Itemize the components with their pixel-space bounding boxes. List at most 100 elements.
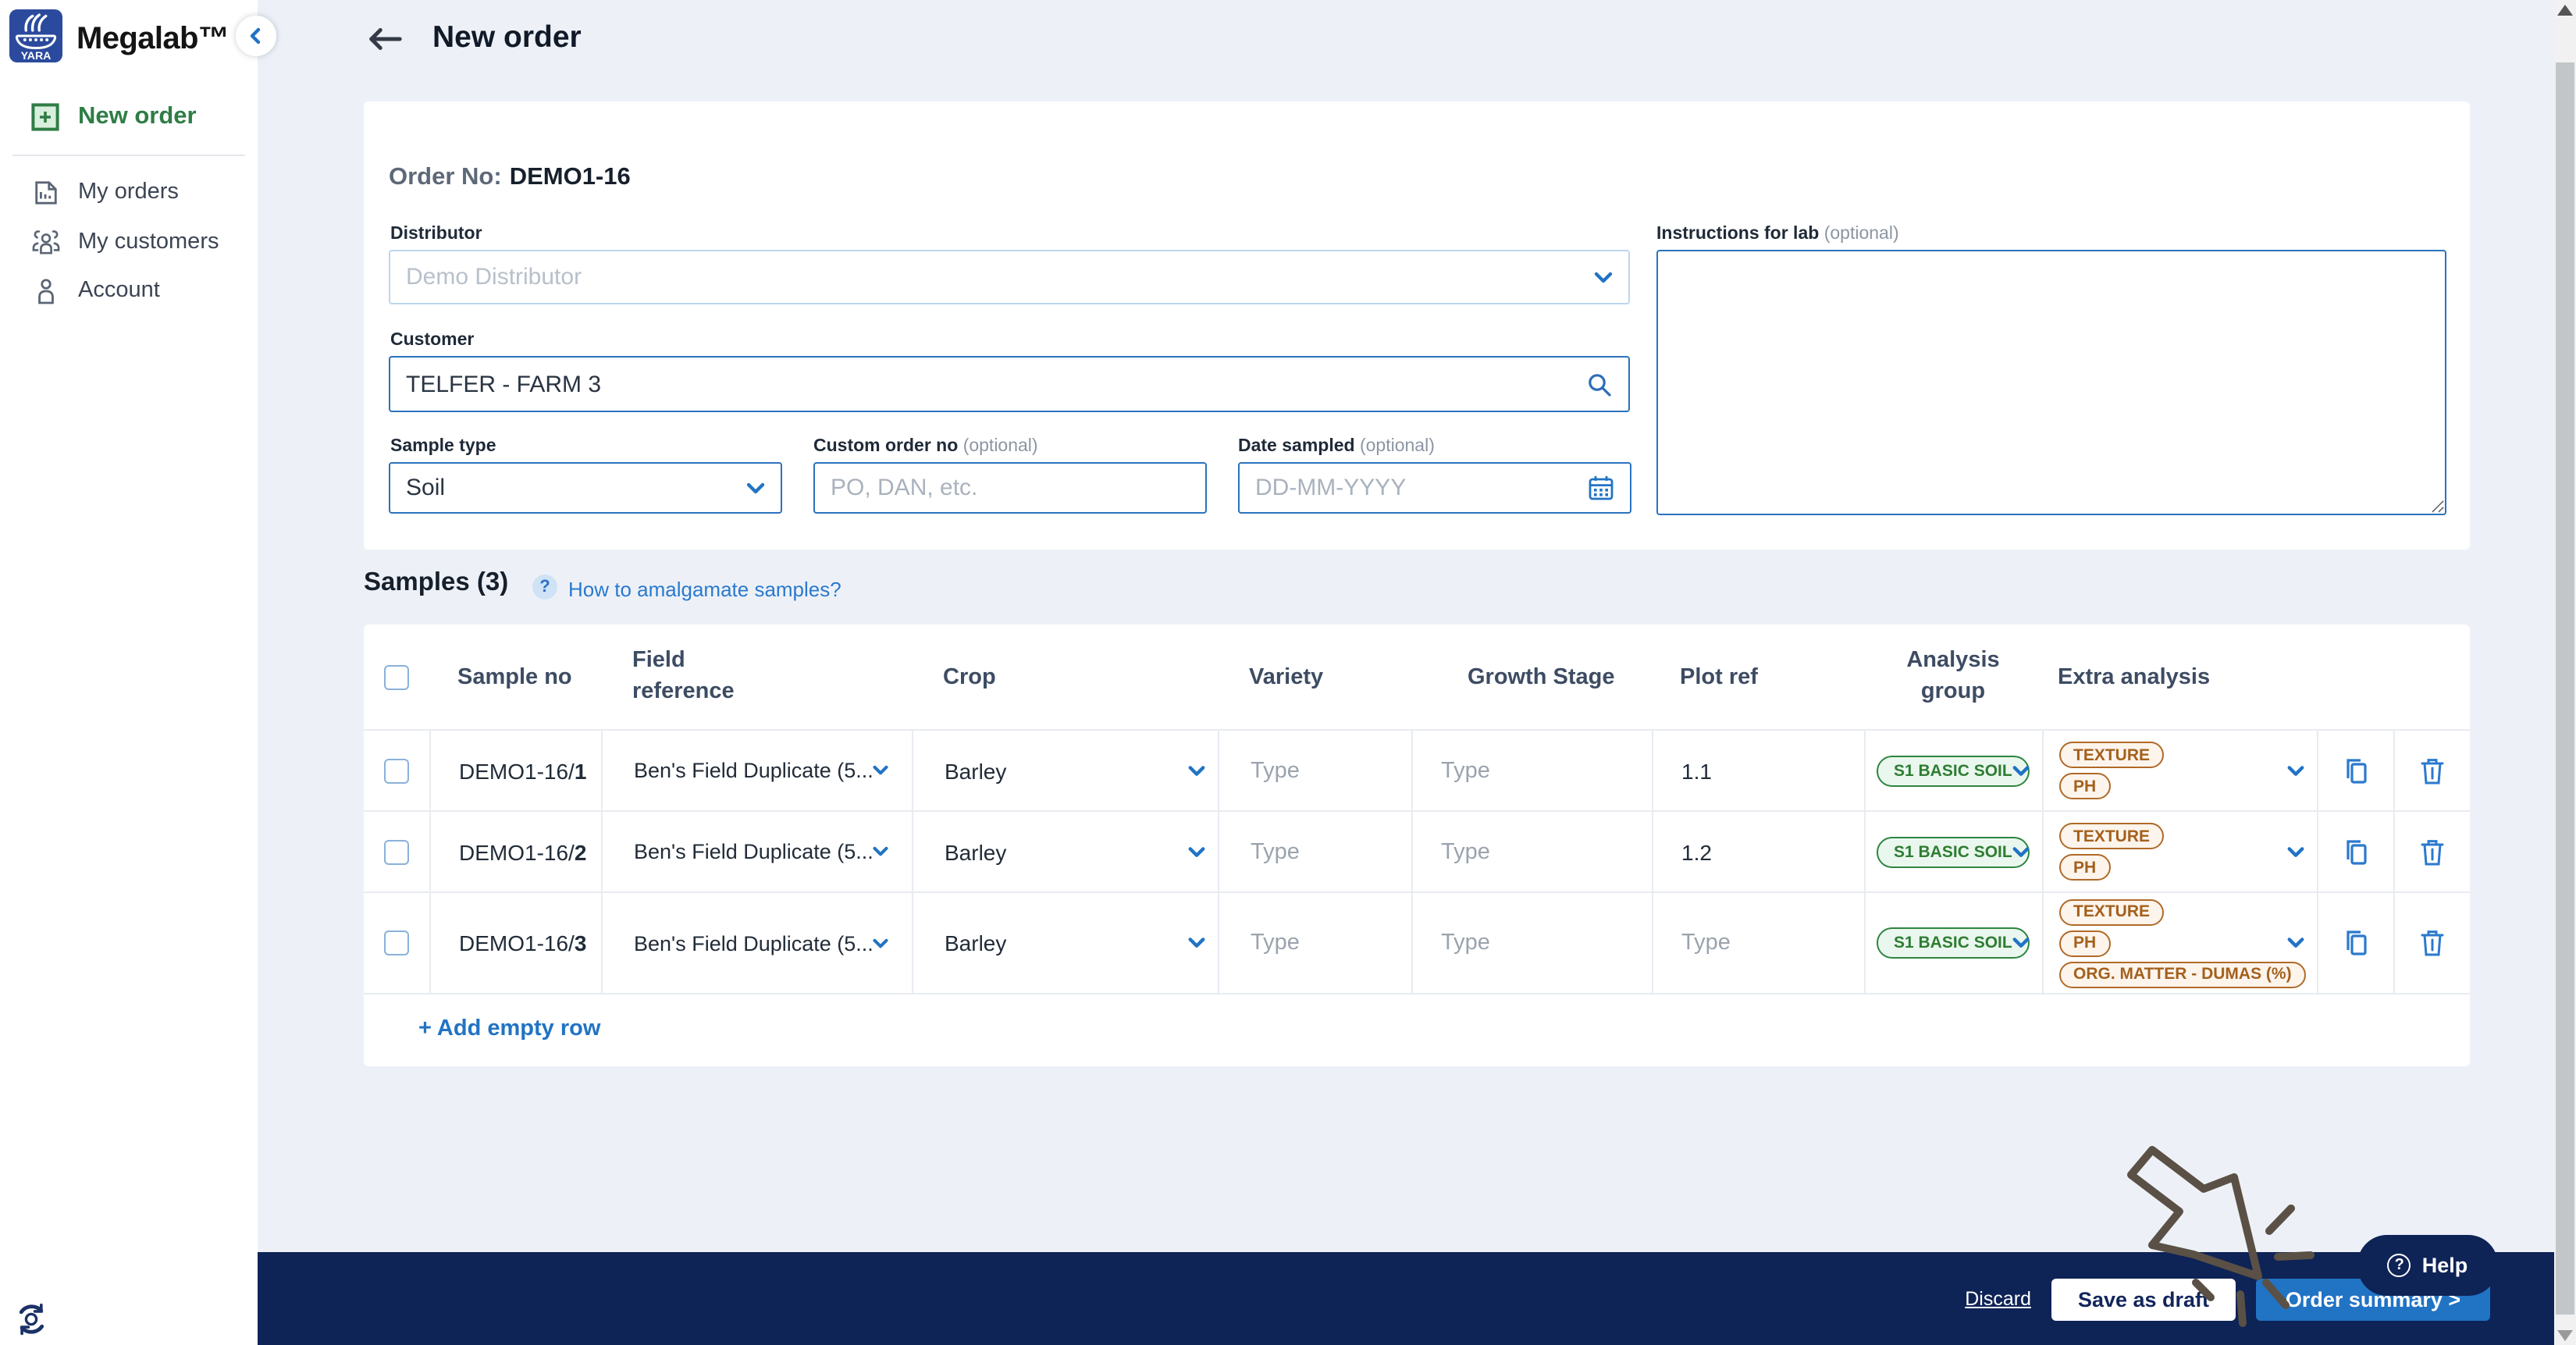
sidebar-collapse-button[interactable] [236,16,276,56]
growth-stage-input[interactable]: Type [1411,731,1652,810]
instructions-label: Instructions for lab (optional) [1656,225,1899,244]
app-name: Megalab™ [76,22,229,56]
arrow-left-icon [369,28,402,50]
field-reference-dropdown[interactable]: Ben's Field Duplicate (5... [601,812,912,891]
sidebar-item-my-customers[interactable]: My customers [0,219,258,265]
extra-analysis-tag: TEXTURE [2059,898,2165,925]
trash-icon [2421,758,2444,784]
row-checkbox[interactable] [384,839,409,864]
table-row: DEMO1-16/3 Ben's Field Duplicate (5... B… [364,891,2470,993]
growth-stage-input[interactable]: Type [1411,812,1652,891]
column-header-growth-stage: Growth Stage [1468,664,1615,689]
column-header-sample-no: Sample no [457,664,572,689]
chevron-down-icon [873,846,889,856]
extra-analysis-tag: PH [2059,930,2111,956]
add-empty-row-button[interactable]: + Add empty row [364,993,2470,1063]
amalgamate-help-link[interactable]: How to amalgamate samples? [568,578,841,601]
help-button[interactable]: ? Help [2357,1235,2498,1296]
delete-row-button[interactable] [2393,812,2470,891]
delete-row-button[interactable] [2393,731,2470,810]
chevron-down-icon [2287,929,2304,957]
sidebar-item-label: Account [78,278,160,303]
crop-dropdown[interactable]: Barley [912,731,1218,810]
sidebar-item-my-orders[interactable]: My orders [0,169,258,215]
custom-order-label: Custom order no (optional) [813,437,1038,456]
extra-analysis-dropdown[interactable]: TEXTURE PH [2042,812,2317,891]
back-arrow-button[interactable] [367,27,403,59]
sidebar-item-new-order[interactable]: New order [0,89,258,145]
growth-stage-input[interactable]: Type [1411,893,1652,993]
table-header-row: Sample no Field reference Crop Variety G… [364,624,2470,729]
app-window: YARA Megalab™ New order My orders My cus… [0,0,2576,1345]
field-reference-dropdown[interactable]: Ben's Field Duplicate (5... [601,893,912,993]
samples-table: Sample no Field reference Crop Variety G… [364,624,2470,1066]
column-header-analysis-group: Analysis group [1906,647,2000,703]
extra-analysis-tag: PH [2059,854,2111,881]
search-icon [1586,371,1613,397]
row-checkbox[interactable] [384,930,409,955]
column-header-field-reference: Field reference [632,647,735,703]
plot-ref-input[interactable]: 1.2 [1652,812,1864,891]
select-all-checkbox[interactable] [384,664,409,689]
cursor-arrow-overlay [2123,1144,2320,1340]
customers-group-icon [19,229,72,255]
question-mark-icon: ? [2387,1254,2411,1277]
scrollbar-down-arrow[interactable] [2557,1330,2573,1341]
plot-ref-input[interactable]: 1.1 [1652,731,1864,810]
distributor-label: Distributor [390,225,482,244]
analysis-group-dropdown[interactable]: S1 BASIC SOIL [1864,893,2042,993]
field-reference-dropdown[interactable]: Ben's Field Duplicate (5... [601,731,912,810]
chevron-down-icon [873,938,889,948]
analysis-group-dropdown[interactable]: S1 BASIC SOIL [1864,731,2042,810]
sidebar-item-label: My customers [78,230,219,254]
analysis-group-tag: S1 BASIC SOIL [1877,927,2030,959]
column-header-extra-analysis: Extra analysis [2058,664,2211,689]
distributor-select[interactable]: Demo Distributor [389,250,1630,304]
discard-link[interactable]: Discard [1965,1288,2031,1310]
duplicate-row-button[interactable] [2317,731,2393,810]
chevron-down-icon [746,482,765,494]
copy-icon [2346,839,2366,864]
sidebar-item-label: My orders [78,180,179,205]
scrollbar-up-arrow[interactable] [2557,5,2573,16]
delete-row-button[interactable] [2393,893,2470,993]
sample-type-select[interactable]: Soil [389,462,782,514]
column-header-plot-ref: Plot ref [1680,664,1758,689]
orders-document-icon [19,179,72,205]
sidebar-item-account[interactable]: Account [0,267,258,314]
chevron-down-icon [1188,929,1205,957]
scrollbar-thumb[interactable] [2556,62,2574,1315]
chevron-down-icon [1188,756,1205,785]
sample-no: DEMO1-16/2 [459,839,587,864]
extra-analysis-dropdown[interactable]: TEXTURE PH [2042,731,2317,810]
duplicate-row-button[interactable] [2317,812,2393,891]
extra-analysis-tag: TEXTURE [2059,823,2165,849]
extra-analysis-dropdown[interactable]: TEXTURE PH ORG. MATTER - DUMAS (%) [2042,893,2317,993]
instructions-textarea[interactable] [1656,250,2446,515]
sidebar-divider [12,155,245,156]
crop-dropdown[interactable]: Barley [912,812,1218,891]
plot-ref-input[interactable]: Type [1652,893,1864,993]
sample-no: DEMO1-16/1 [459,758,587,783]
analysis-group-dropdown[interactable]: S1 BASIC SOIL [1864,812,2042,891]
row-checkbox[interactable] [384,758,409,783]
custom-order-input[interactable]: PO, DAN, etc. [813,462,1207,514]
variety-input[interactable]: Type [1218,812,1411,891]
sidebar-item-label: New order [78,103,197,130]
crop-dropdown[interactable]: Barley [912,893,1218,993]
sidebar: YARA Megalab™ New order My orders My cus… [0,0,258,1345]
page-title: New order [432,20,582,55]
extra-analysis-tag: TEXTURE [2059,742,2165,768]
svg-text:YARA: YARA [21,50,52,62]
customer-search-input[interactable]: TELFER - FARM 3 [389,356,1630,412]
variety-input[interactable]: Type [1218,731,1411,810]
duplicate-row-button[interactable] [2317,893,2393,993]
vertical-scrollbar[interactable] [2554,0,2576,1345]
date-sampled-input[interactable]: DD-MM-YYYY [1238,462,1631,514]
chevron-down-icon [2287,838,2304,866]
order-number: Order No: DEMO1-16 [389,164,631,190]
chevron-down-icon [2012,929,2030,957]
analysis-group-tag: S1 BASIC SOIL [1877,836,2030,867]
help-question-icon[interactable]: ? [532,575,557,600]
variety-input[interactable]: Type [1218,893,1411,993]
